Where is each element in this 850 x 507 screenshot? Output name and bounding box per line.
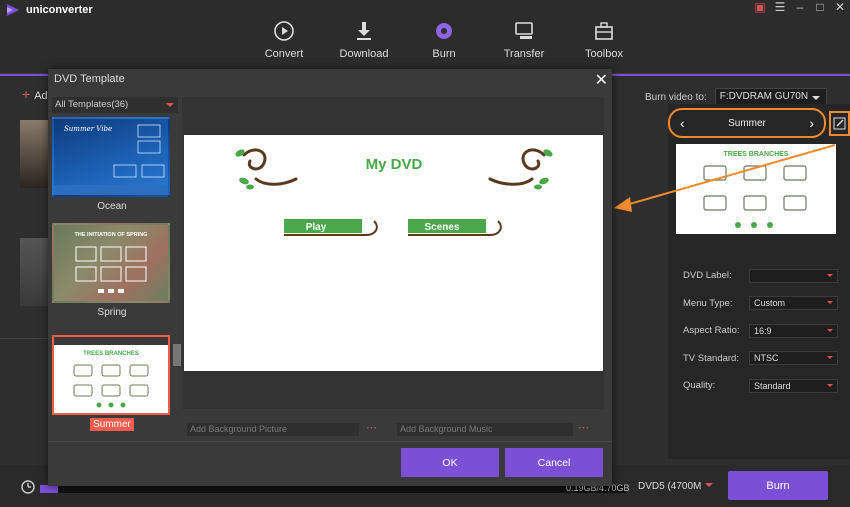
preview-play-button[interactable]: Play — [284, 219, 378, 236]
chevron-down-icon — [705, 483, 714, 491]
svg-text:Scenes: Scenes — [424, 222, 459, 233]
template-thumbnail: Summer Vibe — [52, 117, 170, 197]
tv-standard-row: TV Standard: NTSC — [683, 345, 838, 373]
aspect-ratio-select[interactable]: 16:9 — [749, 323, 838, 338]
dialog-divider — [48, 441, 612, 442]
burn-target-label: Burn video to: — [645, 91, 707, 103]
edit-icon — [833, 117, 846, 130]
nav-convert[interactable]: Convert — [244, 20, 324, 60]
minimize-icon[interactable]: – — [794, 1, 806, 13]
nav-burn[interactable]: Burn — [404, 20, 484, 60]
dvd-label-input[interactable] — [749, 268, 838, 283]
template-thumbnail: THE INITIATION OF SPRING — [52, 223, 170, 303]
disc-usage-fill — [40, 485, 58, 493]
template-thumbnail: TREES BRANCHES — [52, 335, 170, 415]
template-name: Spring — [97, 307, 127, 318]
toolbox-icon — [595, 22, 613, 40]
close-icon[interactable]: ✕ — [834, 1, 846, 13]
quality-row: Quality: Standard — [683, 372, 838, 400]
app-window: uniconverter ▣ ☰ – □ ✕ Convert Download … — [0, 0, 850, 507]
branch-right-decoration — [488, 148, 553, 190]
divider — [0, 338, 48, 339]
transfer-icon — [515, 22, 533, 39]
burn-icon — [436, 23, 452, 39]
template-item-ocean[interactable]: Summer Vibe Ocean — [52, 117, 172, 212]
background-picture-input[interactable]: Add Background Picture — [187, 423, 359, 436]
svg-text:Summer Vibe: Summer Vibe — [64, 125, 112, 133]
background-music-input[interactable]: Add Background Music — [397, 423, 573, 436]
window-controls: ▣ ☰ – □ ✕ — [754, 1, 846, 13]
cancel-button[interactable]: Cancel — [505, 448, 603, 477]
tv-standard-select[interactable]: NTSC — [749, 351, 838, 366]
add-files-button[interactable]: + Ad — [22, 86, 48, 102]
template-list: Summer Vibe Ocean THE INITIATION OF SPRI… — [52, 117, 178, 442]
preview-canvas: My DVD Play Scenes — [235, 148, 553, 236]
svg-text:TREES BRANCHES: TREES BRANCHES — [83, 351, 139, 357]
nav-transfer[interactable]: Transfer — [484, 20, 564, 60]
menu-type-select[interactable]: Custom — [749, 296, 838, 311]
chevron-right-icon[interactable]: › — [809, 115, 814, 131]
template-item-spring[interactable]: THE INITIATION OF SPRING Spring — [52, 223, 172, 318]
download-icon — [357, 22, 371, 40]
video-thumbnail[interactable] — [20, 238, 48, 306]
disc-type-select[interactable]: DVD5 (4700M — [638, 481, 714, 492]
edit-template-button[interactable] — [829, 111, 850, 136]
current-template-name: Summer — [728, 117, 766, 129]
dialog-close-icon[interactable]: ✕ — [595, 70, 608, 90]
template-preview: My DVD Play Scenes — [184, 135, 603, 371]
nav-toolbox[interactable]: Toolbox — [564, 20, 644, 60]
gift-icon[interactable]: ▣ — [754, 1, 766, 13]
disc-usage-bar — [40, 485, 626, 493]
template-list-scrollbar[interactable] — [173, 344, 181, 366]
chevron-left-icon[interactable]: ‹ — [680, 115, 685, 131]
plus-icon: + — [22, 86, 31, 102]
dvd-label-row: DVD Label: — [683, 262, 838, 290]
thumb-title: TREES BRANCHES — [724, 151, 789, 158]
trees-branches-thumbnail: TREES BRANCHES — [703, 151, 807, 228]
template-name: Summer — [52, 418, 172, 431]
dialog-title: DVD Template — [54, 73, 125, 85]
branch-left-decoration — [235, 148, 298, 190]
template-preview-small: TREES BRANCHES — [676, 144, 836, 234]
burn-button[interactable]: Burn — [728, 471, 828, 500]
app-logo: uniconverter — [6, 3, 93, 17]
dvd-template-dialog: DVD Template ✕ All Templates(36) Summer … — [48, 69, 612, 486]
logo-icon — [7, 4, 19, 16]
template-filter-select[interactable]: All Templates(36) — [52, 97, 178, 113]
clock-icon[interactable] — [20, 479, 36, 495]
template-item-summer[interactable]: TREES BRANCHES Summer — [52, 335, 172, 431]
svg-text:THE INITIATION OF SPRING: THE INITIATION OF SPRING — [75, 232, 148, 238]
preview-title: My DVD — [366, 156, 423, 173]
template-switcher: ‹ Summer › — [668, 108, 826, 138]
browse-music-icon[interactable]: ⋯ — [578, 421, 589, 434]
maximize-icon[interactable]: □ — [814, 1, 826, 13]
app-name: uniconverter — [26, 4, 93, 16]
browse-picture-icon[interactable]: ⋯ — [366, 421, 377, 434]
preview-scenes-button[interactable]: Scenes — [408, 219, 502, 236]
convert-icon — [274, 21, 294, 41]
menu-icon[interactable]: ☰ — [774, 1, 786, 13]
template-name: Ocean — [97, 201, 127, 212]
svg-text:Play: Play — [306, 222, 327, 233]
top-bar: uniconverter ▣ ☰ – □ ✕ Convert Download … — [0, 0, 850, 74]
ok-button[interactable]: OK — [401, 448, 499, 477]
main-nav: Convert Download Burn Transfer Toolbox — [244, 20, 644, 60]
nav-download[interactable]: Download — [324, 20, 404, 60]
aspect-ratio-row: Aspect Ratio: 16:9 — [683, 317, 838, 345]
quality-select[interactable]: Standard — [749, 378, 838, 393]
burn-properties: DVD Label: Menu Type: Custom Aspect Rati… — [683, 262, 838, 400]
menu-type-row: Menu Type: Custom — [683, 290, 838, 318]
video-thumbnail[interactable] — [20, 120, 48, 188]
